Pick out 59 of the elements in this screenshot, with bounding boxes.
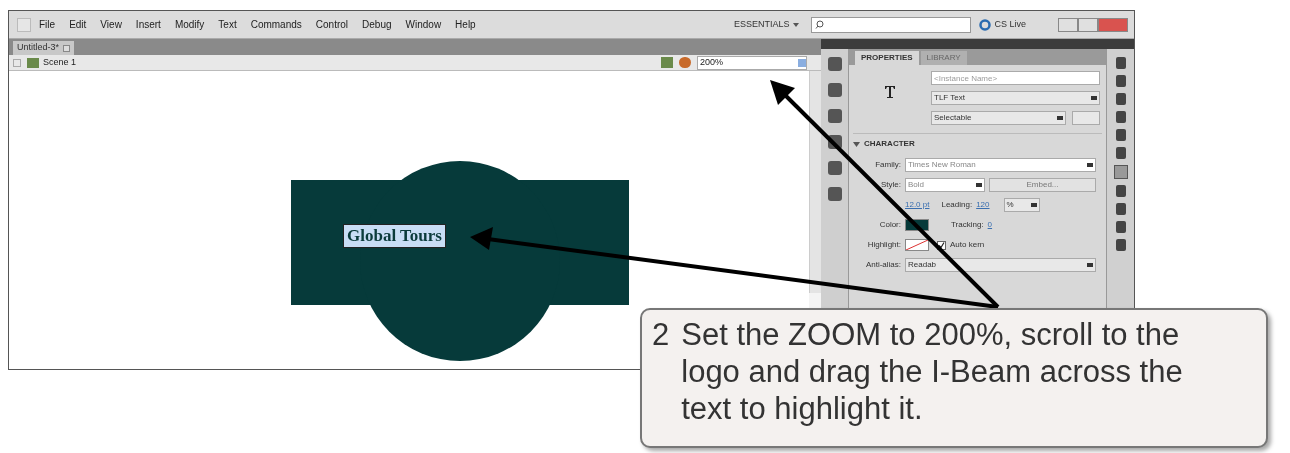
menu-item[interactable]: Control — [315, 17, 349, 32]
scene-label: Scene 1 — [43, 55, 77, 69]
vertical-scrollbar[interactable] — [809, 71, 821, 293]
text-type-dropdown[interactable]: Selectable — [931, 111, 1066, 125]
circle-logo-icon — [979, 18, 992, 31]
text-box[interactable]: Global Tours — [343, 224, 446, 248]
font-size-value[interactable]: 12.0 pt — [905, 199, 930, 211]
search-field[interactable] — [811, 16, 972, 33]
menu-item[interactable]: Help — [455, 17, 476, 32]
field-label: Leading: — [941, 199, 973, 211]
menu-item[interactable]: Modify — [174, 17, 205, 32]
close-button[interactable] — [1098, 17, 1128, 32]
leading-unit-dropdown[interactable]: % — [1003, 198, 1040, 212]
close-tab-icon[interactable] — [63, 44, 71, 52]
search-icon — [815, 20, 825, 29]
instruction-text: Set the ZOOM to 200%, scroll to the logo and drag the I-Beam across the text to highlight it. — [681, 316, 1184, 428]
panel-tab[interactable]: PROPERTIES — [855, 51, 919, 65]
zoom-field[interactable]: 200% — [697, 55, 807, 70]
dropdown-icon — [798, 58, 806, 67]
menu-item[interactable]: Window — [405, 17, 442, 32]
menu-item[interactable]: File — [39, 17, 56, 32]
dropdown-icon — [1087, 163, 1093, 167]
menu-item[interactable]: View — [100, 17, 122, 32]
cs-live-button[interactable]: CS Live — [979, 17, 1026, 32]
field-label: Family: — [874, 159, 901, 171]
field-label: Anti-alias: — [864, 259, 901, 271]
dropdown-icon — [1087, 263, 1093, 267]
instance-name-field[interactable]: <Instance Name> — [931, 71, 1100, 85]
minimize-button[interactable] — [1058, 17, 1078, 32]
leading-value[interactable]: 120 — [976, 199, 990, 211]
tracking-value[interactable]: 0 — [987, 219, 993, 231]
document-tab[interactable]: Untitled-3* — [13, 41, 75, 55]
embed-button[interactable]: Embed... — [989, 178, 1096, 192]
section-title: CHARACTER — [864, 138, 915, 150]
menu-item[interactable]: Edit — [69, 17, 87, 32]
auto-kern-checkbox[interactable] — [937, 240, 946, 250]
maximize-button[interactable] — [1078, 17, 1098, 32]
checkbox-label: Auto kern — [950, 239, 985, 251]
field-label: Highlight: — [866, 239, 901, 251]
menu-item[interactable]: Commands — [250, 17, 302, 32]
caret-icon — [793, 22, 800, 27]
dropdown-icon — [1091, 96, 1097, 100]
dropdown-icon — [1057, 116, 1063, 120]
text-engine-dropdown[interactable]: TLF Text — [931, 91, 1100, 105]
menu-item[interactable]: Insert — [135, 17, 161, 32]
expand-caret-icon[interactable] — [853, 141, 860, 147]
font-style-dropdown[interactable]: Bold — [905, 178, 985, 192]
field-label: Color: — [878, 219, 901, 231]
field-label: Style: — [880, 179, 901, 191]
menu-item[interactable]: Debug — [362, 17, 392, 32]
highlight-swatch[interactable] — [905, 239, 929, 251]
step-number: 2 — [652, 316, 670, 354]
field-label: Tracking: — [951, 219, 984, 231]
font-family-dropdown[interactable]: Times New Roman — [905, 158, 1096, 172]
anti-alias-dropdown[interactable]: Readab — [905, 258, 1096, 272]
dropdown-icon — [976, 183, 982, 187]
workspace-switcher[interactable]: ESSENTIALS — [729, 17, 804, 32]
dropdown-icon — [1030, 203, 1037, 207]
menu-item[interactable]: Text — [218, 17, 237, 32]
